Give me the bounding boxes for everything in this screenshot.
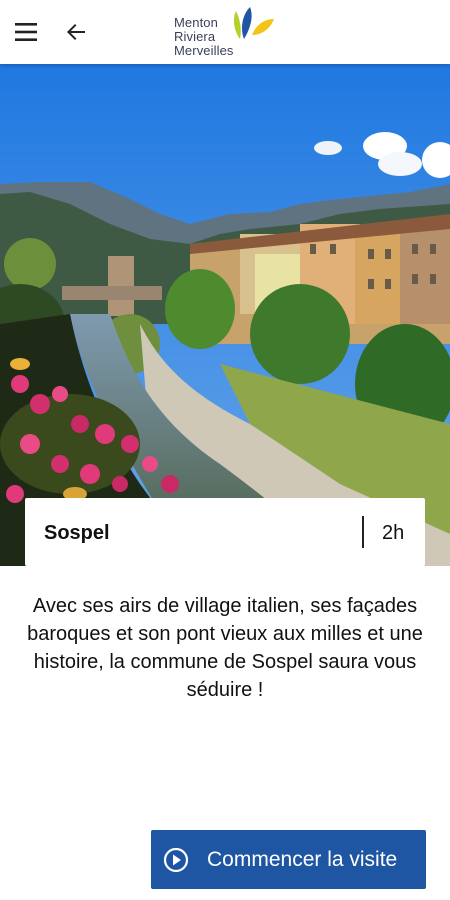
leaves-icon: [233, 7, 274, 39]
start-visit-button[interactable]: Commencer la visite: [151, 830, 426, 889]
logo-line-1: Menton: [174, 15, 218, 30]
logo-wordmark: Menton Riviera Merveilles: [174, 16, 234, 58]
place-description: Avec ses airs de village italien, ses fa…: [27, 595, 423, 701]
arrow-left-icon[interactable]: [64, 20, 88, 44]
start-visit-label: Commencer la visite: [207, 848, 398, 871]
place-name: Sospel: [44, 522, 110, 544]
visit-duration: 2h: [382, 522, 405, 544]
play-circle-icon: [163, 847, 189, 873]
logo-line-2: Riviera: [174, 29, 216, 44]
menu-icon[interactable]: [14, 20, 38, 44]
place-title-card: Sospel 2h: [25, 498, 425, 566]
hero-image: [0, 64, 450, 566]
logo-line-3: Merveilles: [174, 43, 234, 58]
brand-logo: Menton Riviera Merveilles: [172, 5, 282, 61]
top-app-bar: Menton Riviera Merveilles: [0, 0, 450, 64]
title-divider: [362, 516, 364, 548]
